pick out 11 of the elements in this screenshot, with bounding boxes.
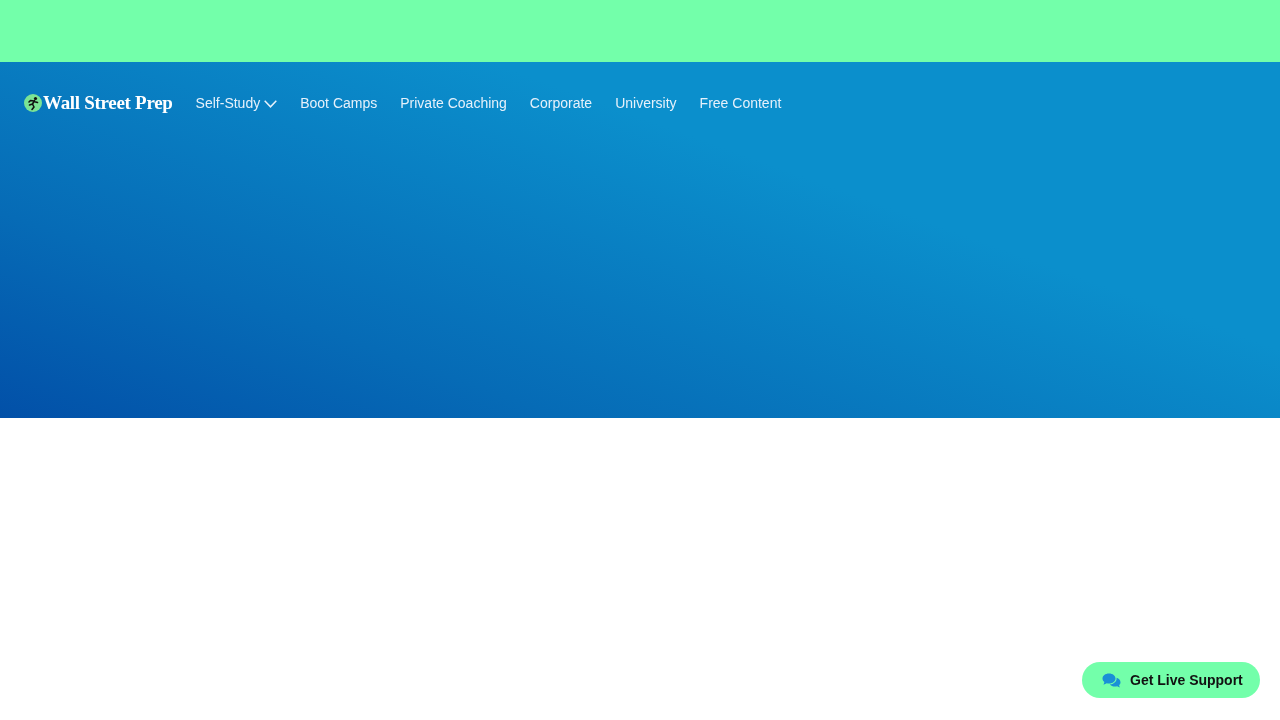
chat-bubbles-icon — [1102, 672, 1121, 688]
nav-link[interactable]: Corporate — [529, 95, 593, 110]
nav-link[interactable]: Self-Study — [195, 95, 261, 110]
runner-logo-icon — [24, 93, 42, 112]
logo-link[interactable]: Wall Street Prep — [24, 93, 173, 112]
nav-link[interactable]: Free Content — [699, 95, 782, 110]
live-support-button[interactable]: Get Live Support — [1082, 662, 1260, 698]
nav-link[interactable]: University — [615, 95, 677, 110]
chevron-down-icon[interactable] — [264, 100, 278, 108]
nav-link[interactable]: Private Coaching — [400, 95, 507, 110]
nav-link[interactable]: Boot Camps — [300, 95, 378, 110]
